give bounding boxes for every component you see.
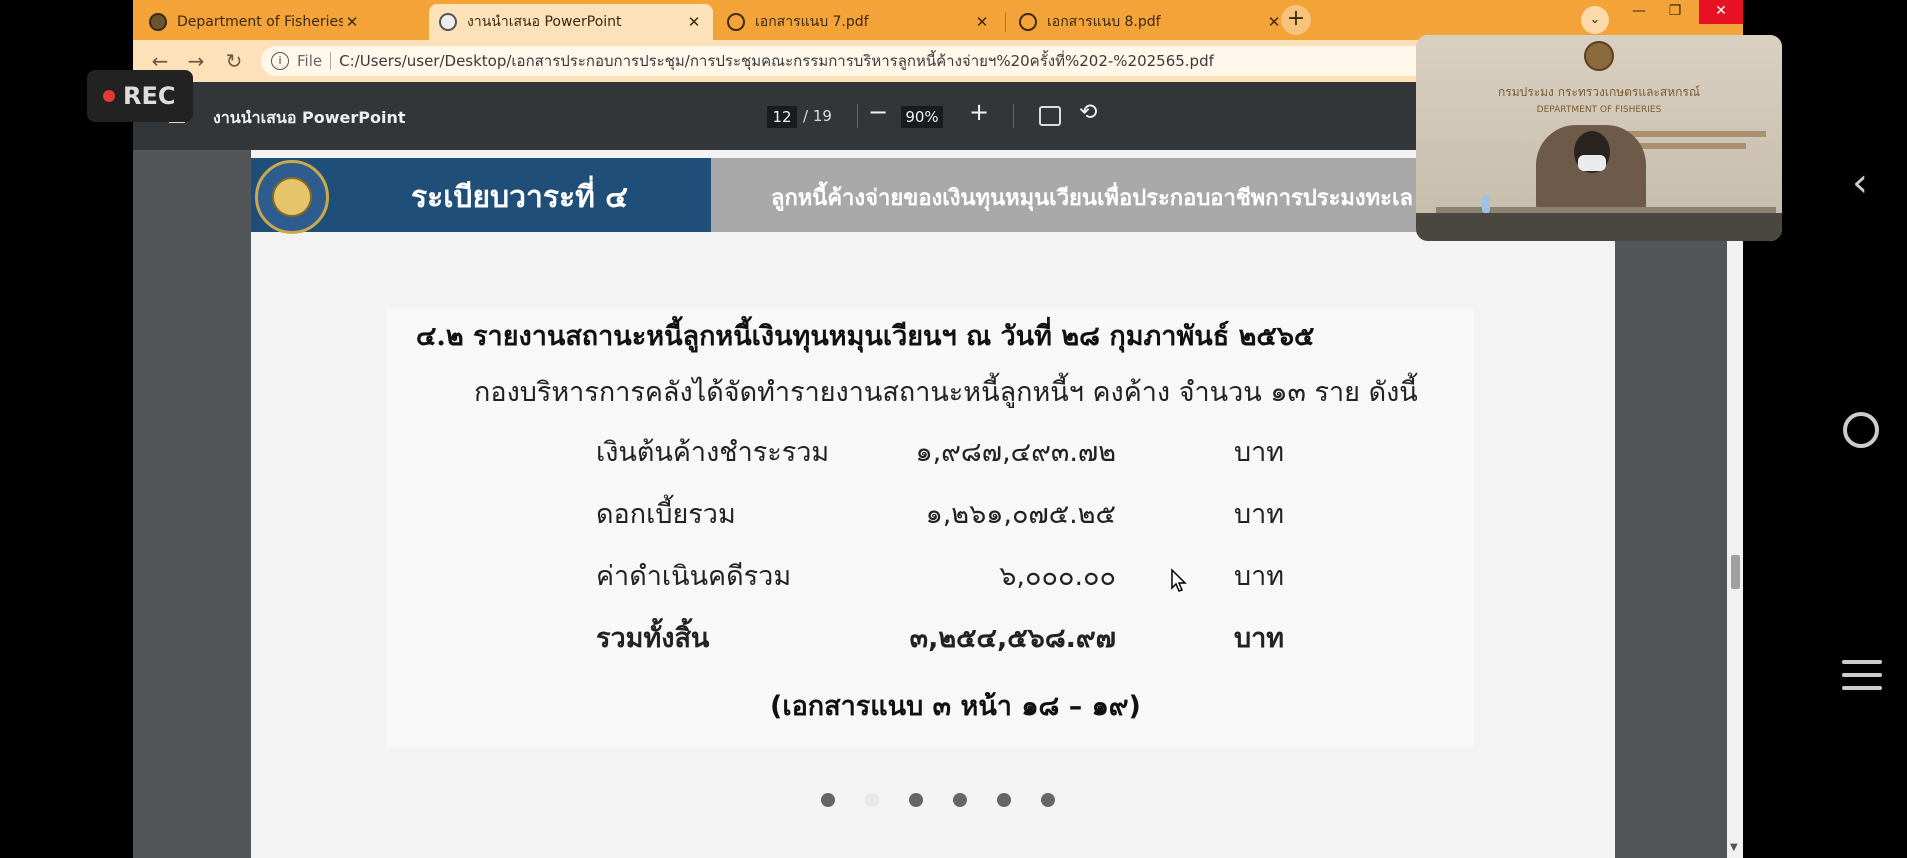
close-tab-icon[interactable]: ✕ [343, 13, 361, 31]
tab-department-of-fisheries[interactable]: Department of Fisheries | กรมประ ✕ [139, 4, 371, 40]
emblem-icon [1584, 41, 1614, 71]
face-mask [1578, 155, 1606, 171]
zoom-level-input[interactable]: 90% [901, 106, 943, 128]
row-unit: บาท [1234, 623, 1285, 654]
scheme-label: File [297, 52, 323, 70]
tab-divider [1005, 12, 1006, 32]
row-unit: บาท [1234, 561, 1285, 592]
row-label: ดอกเบี้ยรวม [596, 499, 736, 530]
slide-dot[interactable] [1041, 793, 1055, 807]
scroll-down-arrow-icon[interactable]: ▼ [1730, 842, 1738, 853]
window-close-button[interactable]: ✕ [1699, 0, 1743, 24]
summary-row: เงินต้นค้างชำระรวม ๑,๙๘๗,๔๙๓.๗๒ บาท [386, 430, 1474, 480]
mouse-cursor-icon [1171, 568, 1187, 592]
new-tab-button[interactable]: + [1281, 5, 1311, 35]
attachment-reference: (เอกสารแนบ ๓ หน้า ๑๘ – ๑๙) [770, 691, 1141, 722]
row-unit: บาท [1234, 437, 1285, 468]
slide-header: ระเบียบวาระที่ ๔ ลูกหนี้ค้างจ่ายของเงินท… [251, 158, 1615, 234]
slide-dot[interactable] [821, 793, 835, 807]
department-seal-logo [255, 160, 329, 234]
toolbar-divider [857, 104, 858, 128]
divider [330, 52, 332, 70]
globe-icon [1019, 13, 1037, 31]
summary-row: ค่าดำเนินคดีรวม ๖,๐๐๐.๐๐ บาท [386, 554, 1474, 604]
address-bar[interactable]: i File C:/Users/user/Desktop/เอกสารประกอ… [261, 46, 1551, 76]
zoom-out-icon[interactable]: − [868, 98, 888, 126]
page-total: / 19 [803, 107, 832, 125]
rotate-icon[interactable]: ⟲ [1079, 100, 1097, 125]
water-bottle [1482, 195, 1490, 213]
close-tab-icon[interactable]: ✕ [973, 13, 991, 31]
row-label: เงินต้นค้างชำระรวม [596, 437, 830, 468]
page-number-input[interactable]: 12 [767, 106, 797, 128]
site-favicon-icon [149, 13, 167, 31]
tab-title: Department of Fisheries | กรมประ [177, 14, 343, 30]
recording-label: REC [123, 82, 176, 110]
agenda-title: ระเบียบวาระที่ ๔ [411, 180, 628, 215]
globe-icon [439, 13, 457, 31]
row-amount: ๖,๐๐๐.๐๐ [999, 561, 1116, 592]
row-amount: ๑,๒๖๑,๐๗๕.๒๕ [925, 499, 1116, 530]
row-label: รวมทั้งสิ้น [596, 623, 710, 654]
total-row: รวมทั้งสิ้น ๓,๒๕๔,๕๖๘.๙๗ บาท [386, 616, 1474, 666]
desk [1416, 213, 1782, 241]
screen: Department of Fisheries | กรมประ ✕ งานนำ… [0, 0, 1907, 858]
section-title: ๔.๒ รายงานสถานะหนี้ลูกหนี้เงินทุนหมุนเวี… [416, 321, 1315, 352]
tab-search-chevron-icon[interactable]: ⌄ [1581, 6, 1609, 34]
url-text: C:/Users/user/Desktop/เอกสารประกอบการประ… [339, 52, 1214, 70]
zoom-in-icon[interactable]: + [969, 98, 989, 126]
android-recents-icon[interactable] [1842, 660, 1882, 699]
pdf-viewer[interactable]: ระเบียบวาระที่ ๔ ลูกหนี้ค้างจ่ายของเงินท… [133, 150, 1743, 858]
restore-icon[interactable]: ❐ [1653, 0, 1697, 24]
slide-content: ๔.๒ รายงานสถานะหนี้ลูกหนี้เงินทุนหมุนเวี… [386, 308, 1474, 748]
tab-powerpoint[interactable]: งานนำเสนอ PowerPoint ✕ [429, 4, 713, 40]
row-amount: ๓,๒๕๔,๕๖๘.๙๗ [909, 623, 1116, 654]
tab-title: เอกสารแนบ 7.pdf [755, 14, 869, 30]
tab-title: งานนำเสนอ PowerPoint [467, 14, 622, 30]
tab-attachment-8[interactable]: เอกสารแนบ 8.pdf ✕ [1009, 4, 1293, 40]
recording-indicator: REC [87, 70, 193, 122]
slide-dot[interactable] [997, 793, 1011, 807]
android-home-icon[interactable] [1843, 412, 1879, 448]
tab-strip: Department of Fisheries | กรมประ ✕ งานนำ… [133, 0, 1743, 40]
slide-dot[interactable] [865, 793, 879, 807]
agenda-subtitle: ลูกหนี้ค้างจ่ายของเงินทุนหมุนเวียนเพื่อป… [771, 186, 1436, 211]
info-icon[interactable]: i [271, 52, 289, 70]
vertical-scrollbar[interactable]: ▼ [1727, 150, 1743, 858]
record-dot-icon [103, 90, 115, 102]
row-unit: บาท [1234, 499, 1285, 530]
close-tab-icon[interactable]: ✕ [685, 13, 703, 31]
summary-row: ดอกเบี้ยรวม ๑,๒๖๑,๐๗๕.๒๕ บาท [386, 492, 1474, 542]
intro-text: กองบริหารการคลังได้จัดทำรายงานสถานะหนี้ล… [474, 377, 1418, 408]
scrollbar-thumb[interactable] [1731, 555, 1740, 589]
reload-icon[interactable]: ↻ [221, 48, 247, 74]
slide-dot[interactable] [909, 793, 923, 807]
globe-icon [727, 13, 745, 31]
row-label: ค่าดำเนินคดีรวม [596, 561, 792, 592]
row-amount: ๑,๙๘๗,๔๙๓.๗๒ [915, 437, 1116, 468]
toolbar-divider [1013, 104, 1014, 128]
fit-to-page-icon[interactable] [1039, 106, 1061, 126]
slide-dot[interactable] [953, 793, 967, 807]
android-back-icon[interactable]: ‹ [1852, 160, 1868, 206]
video-sign-line2: DEPARTMENT OF FISHERIES [1536, 105, 1662, 115]
slide-page: ระเบียบวาระที่ ๔ ลูกหนี้ค้างจ่ายของเงินท… [251, 150, 1615, 858]
video-feed[interactable]: กรมประมง กระทรวงเกษตรและสหกรณ์ DEPARTMEN… [1416, 35, 1782, 241]
video-sign-line1: กรมประมง กระทรวงเกษตรและสหกรณ์ [1498, 85, 1700, 99]
tab-attachment-7[interactable]: เอกสารแนบ 7.pdf ✕ [717, 4, 1001, 40]
document-title: งานนำเสนอ PowerPoint [213, 108, 406, 127]
tab-title: เอกสารแนบ 8.pdf [1047, 14, 1161, 30]
